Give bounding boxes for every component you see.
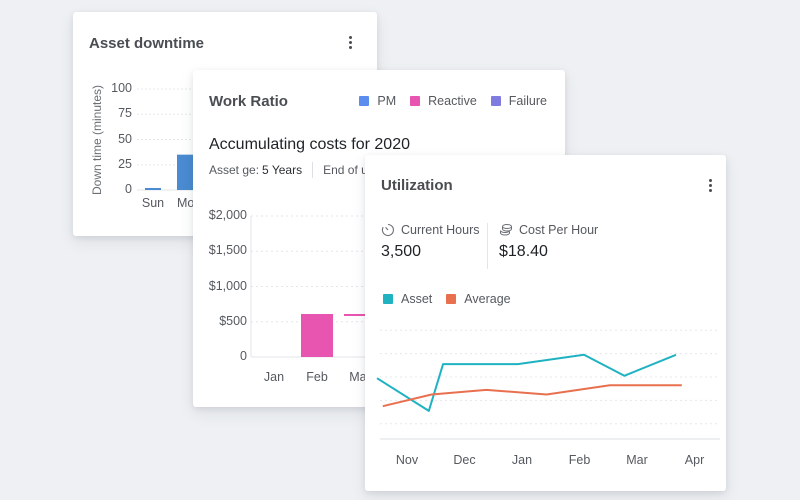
y-tick-label: 0 <box>125 182 132 196</box>
y-tick-label: $2,000 <box>208 208 247 222</box>
bar-sun <box>145 187 161 190</box>
x-tick-label: Sun <box>141 196 165 210</box>
x-tick-label: Apr <box>684 453 705 467</box>
x-tick-label: Feb <box>306 370 328 384</box>
y-tick-label: $1,000 <box>208 278 247 293</box>
x-tick-label: Jan <box>511 453 533 467</box>
y-tick-label: 50 <box>118 131 132 146</box>
y-tick-label: 25 <box>118 156 132 171</box>
y-tick-label: 75 <box>118 106 132 121</box>
series-line-average <box>382 384 682 408</box>
y-tick-label: $500 <box>219 313 247 328</box>
y-tick-label: $1,500 <box>208 243 247 258</box>
x-tick-label: Feb <box>568 453 591 467</box>
bar-feb <box>301 313 333 357</box>
utilization-card: Utilization Current Hours 3,500 Cost Per… <box>365 155 726 491</box>
y-tick-label: 100 <box>111 81 132 95</box>
x-tick-label: Dec <box>453 453 476 467</box>
x-tick-label: Jan <box>263 370 285 384</box>
utilization-chart <box>376 329 720 440</box>
x-tick-label: Mar <box>626 453 648 467</box>
series-line-asset <box>376 353 677 412</box>
y-tick-label: 0 <box>240 349 247 363</box>
x-tick-label: Nov <box>395 453 419 467</box>
